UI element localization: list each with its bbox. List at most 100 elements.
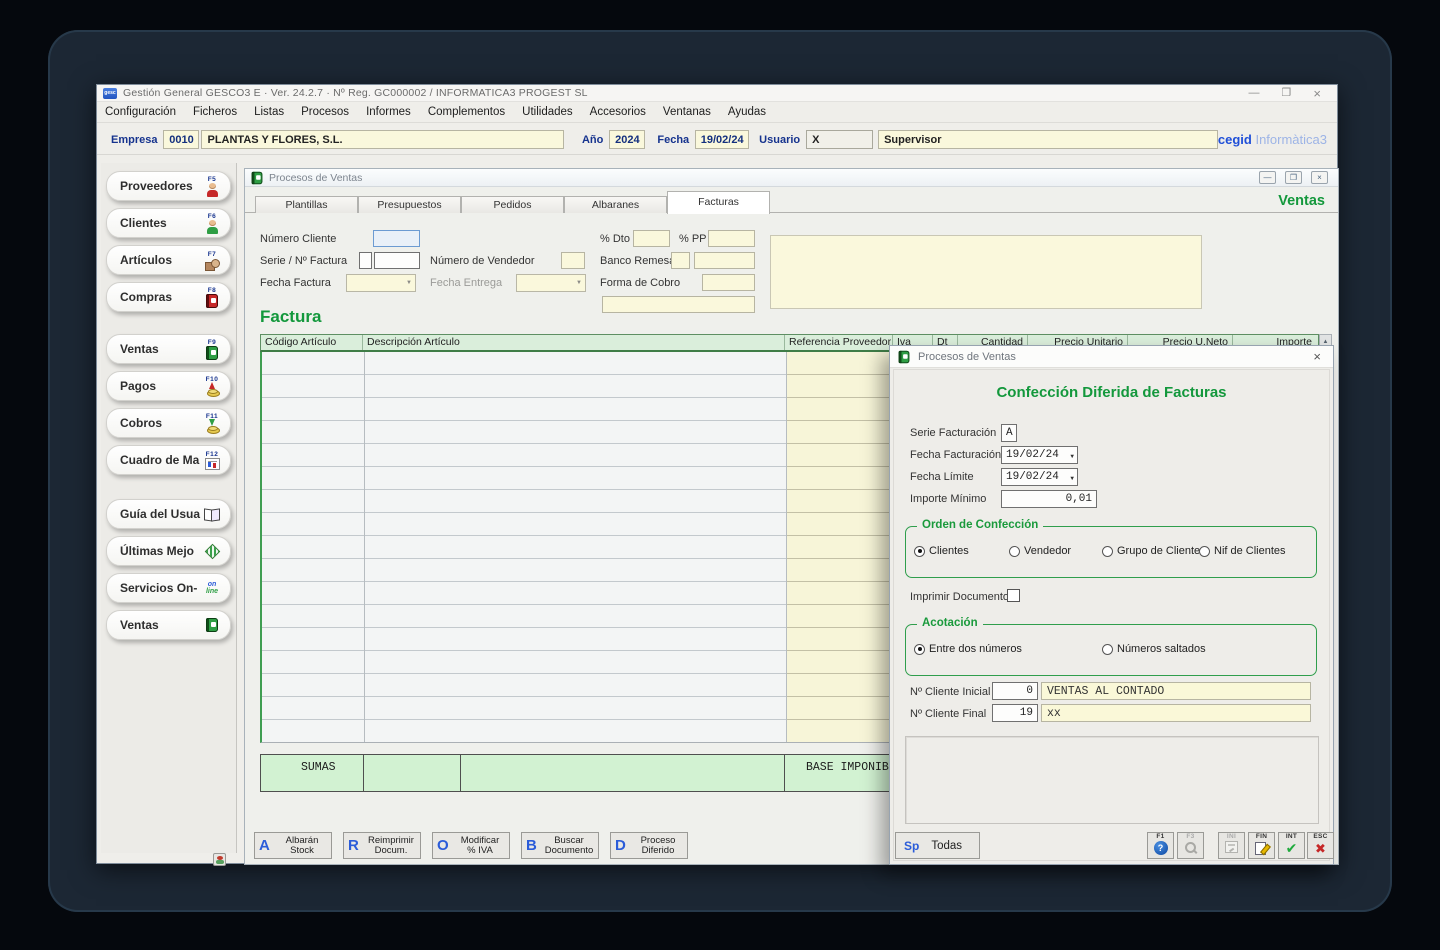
forma-cobro-desc-input[interactable] xyxy=(602,296,755,313)
help-button[interactable]: F1 ? xyxy=(1147,832,1174,859)
sidebar-item-compras[interactable]: Compras F8 xyxy=(106,282,231,312)
vendedor-label: Número de Vendedor xyxy=(430,255,535,267)
tab-pedidos[interactable]: Pedidos xyxy=(461,196,564,213)
menu-utilidades[interactable]: Utilidades xyxy=(522,106,573,118)
panel-close-icon[interactable]: × xyxy=(1311,171,1328,184)
sidebar-item-pagos[interactable]: Pagos F10 xyxy=(106,371,231,401)
albaran-stock-button[interactable]: A AlbaránStock xyxy=(254,832,332,859)
reimprimir-docum-button[interactable]: R ReimprimirDocum. xyxy=(343,832,421,859)
numero-factura-input[interactable] xyxy=(374,252,420,269)
notes-box[interactable] xyxy=(770,235,1202,309)
person-red-icon xyxy=(206,183,219,197)
app-titlebar: gesc Gestión General GESCO3 E · Ver. 24.… xyxy=(97,85,1337,102)
menubar: Configuración Ficheros Listas Procesos I… xyxy=(97,102,1337,123)
numero-cliente-input[interactable] xyxy=(373,230,420,247)
chevron-down-icon: ▼ xyxy=(1070,453,1074,460)
sidebar-item-articulos[interactable]: Artículos F7 xyxy=(106,245,231,275)
sidebar-item-ventas-2[interactable]: Ventas xyxy=(106,610,231,640)
minimize-icon[interactable]: — xyxy=(1249,86,1260,101)
fecha-factura-select[interactable]: ▼ xyxy=(346,274,416,292)
col-descripcion[interactable]: Descripción Artículo xyxy=(363,335,785,350)
radio-clientes[interactable]: Clientes xyxy=(914,545,969,557)
imprimir-documento-checkbox[interactable] xyxy=(1007,589,1020,602)
cliente-inicial-input[interactable]: 0 xyxy=(992,682,1038,700)
radio-nif-clientes[interactable]: Nif de Clientes xyxy=(1199,545,1286,557)
vendedor-input[interactable] xyxy=(561,252,585,269)
sidebar-item-cuadro-de-mandos[interactable]: Cuadro de Ma F12 xyxy=(106,445,231,475)
coins-up-icon xyxy=(205,383,220,397)
menu-complementos[interactable]: Complementos xyxy=(428,106,505,118)
menu-ficheros[interactable]: Ficheros xyxy=(193,106,237,118)
referencia-column xyxy=(786,352,894,742)
radio-numeros-saltados[interactable]: Números saltados xyxy=(1102,643,1206,655)
empresa-name-field[interactable]: PLANTAS Y FLORES, S.L. xyxy=(201,130,564,149)
cliente-inicial-name-field[interactable]: VENTAS AL CONTADO xyxy=(1041,682,1311,700)
binder-red-icon xyxy=(206,294,218,308)
year-field[interactable]: 2024 xyxy=(609,130,645,149)
status-tray-icon[interactable] xyxy=(213,853,226,866)
search-button[interactable]: F3 xyxy=(1177,832,1204,859)
tab-presupuestos[interactable]: Presupuestos xyxy=(358,196,461,213)
user-code-field[interactable]: X xyxy=(806,130,873,149)
proceso-diferido-button[interactable]: D ProcesoDiferido xyxy=(610,832,688,859)
col-codigo[interactable]: Código Artículo xyxy=(261,335,363,350)
dto-input[interactable] xyxy=(633,230,670,247)
tab-plantillas[interactable]: Plantillas xyxy=(255,196,358,213)
panel-restore-icon[interactable]: ❐ xyxy=(1285,171,1302,184)
fin-button[interactable]: FIN xyxy=(1248,832,1275,859)
date-field[interactable]: 19/02/24 xyxy=(695,130,749,149)
fecha-entrega-select[interactable]: ▼ xyxy=(516,274,586,292)
user-name-field[interactable]: Supervisor xyxy=(878,130,1218,149)
accept-button[interactable]: INT ✔ xyxy=(1278,832,1305,859)
menu-ayudas[interactable]: Ayudas xyxy=(728,106,766,118)
col-referencia[interactable]: Referencia Proveedor xyxy=(785,335,893,350)
date-label: Fecha xyxy=(657,134,689,146)
online-icon: online xyxy=(202,581,222,596)
boxes-icon xyxy=(205,258,220,270)
fecha-limite-label: Fecha Límite xyxy=(910,471,974,483)
menu-configuracion[interactable]: Configuración xyxy=(105,106,176,118)
sidebar-item-ultimas-mejoras[interactable]: Últimas Mejo xyxy=(106,536,231,566)
panel-minimize-icon[interactable]: — xyxy=(1259,171,1276,184)
banco-remesa-input[interactable] xyxy=(694,252,755,269)
cliente-final-name-field[interactable]: xx xyxy=(1041,704,1311,722)
sidebar-item-guia-del-usuario[interactable]: Guía del Usua xyxy=(106,499,231,529)
modificar-iva-button[interactable]: O Modificar% IVA xyxy=(432,832,510,859)
pp-input[interactable] xyxy=(708,230,755,247)
sidebar-item-clientes[interactable]: Clientes F6 xyxy=(106,208,231,238)
screen-background: gesc Gestión General GESCO3 E · Ver. 24.… xyxy=(0,0,1440,950)
restore-icon[interactable]: ❐ xyxy=(1282,86,1292,101)
banco-remesa-code-input[interactable] xyxy=(671,252,690,269)
close-icon[interactable]: × xyxy=(1313,86,1321,101)
forma-cobro-input[interactable] xyxy=(702,274,755,291)
serie-facturacion-input[interactable]: A xyxy=(1001,424,1017,442)
company-bar: Empresa 0010 PLANTAS Y FLORES, S.L. Año … xyxy=(97,125,1337,155)
empresa-code-field[interactable]: 0010 xyxy=(163,130,199,149)
buscar-documento-button[interactable]: B BuscarDocumento xyxy=(521,832,599,859)
menu-ventanas[interactable]: Ventanas xyxy=(663,106,711,118)
tab-facturas[interactable]: Facturas xyxy=(667,191,770,214)
fecha-facturacion-select[interactable]: 19/02/24▼ xyxy=(1001,446,1078,464)
dialog-close-icon[interactable]: × xyxy=(1313,349,1325,364)
panel-title: Procesos de Ventas xyxy=(269,172,362,184)
dashboard-icon xyxy=(205,458,220,470)
radio-vendedor[interactable]: Vendedor xyxy=(1009,545,1071,557)
serie-input[interactable] xyxy=(359,252,372,269)
menu-informes[interactable]: Informes xyxy=(366,106,411,118)
tab-albaranes[interactable]: Albaranes xyxy=(564,196,667,213)
sidebar-item-ventas[interactable]: Ventas F9 xyxy=(106,334,231,364)
sidebar-item-proveedores[interactable]: Proveedores F5 xyxy=(106,171,231,201)
menu-listas[interactable]: Listas xyxy=(254,106,284,118)
cliente-final-input[interactable]: 19 xyxy=(992,704,1038,722)
todas-button[interactable]: Sp Todas xyxy=(895,832,980,859)
sidebar-item-cobros[interactable]: Cobros F11 xyxy=(106,408,231,438)
radio-entre-dos-numeros[interactable]: Entre dos números xyxy=(914,643,1022,655)
ini-button[interactable]: INI xyxy=(1218,832,1245,859)
fecha-limite-select[interactable]: 19/02/24▼ xyxy=(1001,468,1078,486)
radio-grupo-clientes[interactable]: Grupo de Clientes xyxy=(1102,545,1206,557)
sidebar-item-servicios-online[interactable]: Servicios On- online xyxy=(106,573,231,603)
menu-procesos[interactable]: Procesos xyxy=(301,106,349,118)
menu-accesorios[interactable]: Accesorios xyxy=(590,106,646,118)
cancel-button[interactable]: ESC ✖ xyxy=(1307,832,1334,859)
importe-minimo-input[interactable]: 0,01 xyxy=(1001,490,1097,508)
